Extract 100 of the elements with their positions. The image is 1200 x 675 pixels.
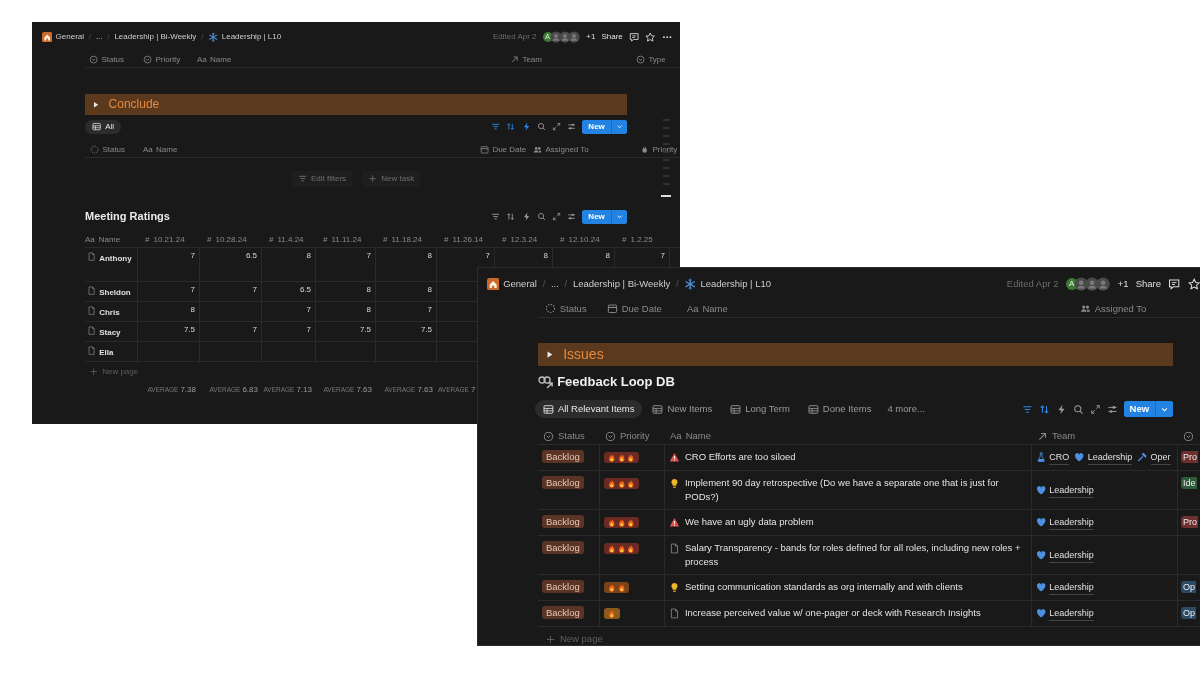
- priority-tag[interactable]: [604, 542, 639, 555]
- sort-icon[interactable]: [1038, 403, 1050, 415]
- avatar-icon[interactable]: [568, 31, 581, 43]
- status-tag[interactable]: Backlog: [542, 541, 584, 554]
- status-tag[interactable]: Backlog: [542, 476, 584, 489]
- priority-tag[interactable]: [604, 607, 620, 620]
- status-tag[interactable]: Backlog: [542, 606, 584, 619]
- expand-icon[interactable]: [552, 122, 562, 132]
- priority-tag[interactable]: [604, 516, 639, 529]
- view-tab[interactable]: New Items: [644, 400, 721, 418]
- comment-icon[interactable]: [1168, 277, 1181, 291]
- row-title[interactable]: Setting communication standards as org internally and with clients: [684, 580, 963, 594]
- team-link[interactable]: Leadership: [1049, 606, 1094, 621]
- column-header[interactable]: Priority: [155, 54, 181, 65]
- team-link[interactable]: Leadership: [1087, 450, 1133, 465]
- breadcrumb-link[interactable]: ...: [95, 32, 103, 42]
- column-header[interactable]: Assigned To: [1094, 302, 1147, 315]
- column-header[interactable]: Assigned To: [545, 144, 589, 155]
- column-header[interactable]: 10.21.24: [153, 234, 185, 245]
- column-header[interactable]: Name: [98, 234, 121, 245]
- status-tag[interactable]: Backlog: [542, 515, 584, 528]
- status-tag[interactable]: Backlog: [542, 580, 584, 593]
- comment-icon[interactable]: [628, 31, 640, 43]
- more-views-link[interactable]: 4 more...: [881, 403, 925, 415]
- priority-tag[interactable]: [604, 581, 629, 594]
- database-title[interactable]: Feedback Loop DB: [557, 374, 675, 390]
- sliders-icon[interactable]: [567, 122, 577, 132]
- sort-icon[interactable]: [506, 212, 516, 222]
- edit-filters-button[interactable]: Edit filters: [291, 171, 353, 187]
- column-header[interactable]: 11.4.24: [277, 234, 304, 245]
- filter-icon[interactable]: [1022, 403, 1033, 415]
- team-link[interactable]: CRO: [1049, 450, 1070, 465]
- column-header[interactable]: 10.28.24: [215, 234, 247, 245]
- avatar-icon[interactable]: [559, 31, 572, 43]
- sort-icon[interactable]: [506, 122, 516, 132]
- column-header[interactable]: Status: [559, 302, 587, 315]
- filter-icon[interactable]: [491, 212, 501, 222]
- team-link[interactable]: Leadership: [1049, 580, 1094, 595]
- team-link[interactable]: Leadership: [1049, 547, 1094, 563]
- column-header[interactable]: Priority: [652, 144, 678, 155]
- row-name[interactable]: Ella: [99, 346, 114, 359]
- column-header[interactable]: 12.10.24: [568, 234, 600, 245]
- more-people-count[interactable]: +1: [586, 32, 596, 42]
- column-header[interactable]: Name: [685, 430, 711, 442]
- column-header[interactable]: Priority: [619, 430, 650, 442]
- row-name[interactable]: Chris: [99, 306, 120, 319]
- column-header[interactable]: Status: [101, 54, 125, 65]
- column-header[interactable]: Type: [648, 54, 666, 65]
- toggle-heading[interactable]: Issues: [563, 346, 604, 363]
- breadcrumb-link[interactable]: Leadership | L10: [700, 278, 771, 290]
- lightning-icon[interactable]: [521, 122, 531, 132]
- more-people-count[interactable]: +1: [1117, 278, 1129, 290]
- view-tab[interactable]: All Relevant Items: [535, 400, 643, 418]
- row-title[interactable]: Salary Transparency - bands for roles defined for all roles, including new roles + process: [684, 541, 1027, 569]
- column-header[interactable]: Due Date: [621, 302, 662, 315]
- share-button[interactable]: Share: [1135, 278, 1162, 290]
- view-tab[interactable]: All: [85, 120, 122, 134]
- breadcrumb-link[interactable]: Leadership | Bi-Weekly: [114, 32, 197, 42]
- triangle-icon[interactable]: [91, 99, 101, 110]
- column-header[interactable]: Name: [156, 144, 178, 155]
- column-header[interactable]: 11.26.14: [452, 234, 483, 245]
- new-task-button[interactable]: New task: [362, 171, 421, 187]
- view-tab[interactable]: Done Items: [799, 400, 880, 418]
- status-tag[interactable]: Backlog: [542, 450, 584, 463]
- column-header[interactable]: Status: [102, 144, 126, 155]
- row-name[interactable]: Sheldon: [99, 286, 131, 299]
- column-header[interactable]: 12.3.24: [510, 234, 538, 245]
- column-header[interactable]: Team: [522, 54, 542, 65]
- sliders-icon[interactable]: [1106, 403, 1118, 415]
- search-icon[interactable]: [536, 122, 546, 132]
- avatar-icon[interactable]: [549, 31, 562, 43]
- column-header[interactable]: Name: [702, 302, 728, 315]
- expand-icon[interactable]: [552, 212, 562, 222]
- sliders-icon[interactable]: [567, 212, 577, 222]
- breadcrumb-link[interactable]: Leadership | Bi-Weekly: [572, 278, 671, 290]
- toggle-heading[interactable]: Conclude: [108, 97, 160, 112]
- expand-icon[interactable]: [1089, 403, 1101, 415]
- column-header[interactable]: 11.18.24: [391, 234, 422, 245]
- breadcrumb-link[interactable]: General: [55, 32, 85, 42]
- filter-icon[interactable]: [491, 122, 501, 132]
- row-name[interactable]: Anthony: [99, 252, 132, 265]
- row-title[interactable]: Increase perceived value w/ one-pager or deck with Research Insights: [684, 606, 981, 620]
- row-title[interactable]: CRO Efforts are too siloed: [684, 450, 796, 464]
- column-header[interactable]: Team: [1051, 430, 1076, 442]
- column-header[interactable]: 1.2.25: [630, 234, 653, 245]
- lightning-icon[interactable]: [521, 212, 531, 222]
- column-header[interactable]: 11.11.24: [331, 234, 362, 245]
- breadcrumb-link[interactable]: General: [503, 278, 537, 290]
- star-icon[interactable]: [1187, 277, 1200, 291]
- column-header[interactable]: Due Date: [492, 144, 527, 155]
- column-header[interactable]: Name: [210, 54, 232, 65]
- team-link[interactable]: Leadership: [1049, 515, 1094, 530]
- row-name[interactable]: Stacy: [99, 326, 121, 339]
- team-link[interactable]: Oper: [1150, 450, 1171, 465]
- priority-tag[interactable]: [604, 451, 639, 464]
- breadcrumb-link[interactable]: Leadership | L10: [221, 32, 282, 42]
- row-title[interactable]: We have an ugly data problem: [684, 515, 814, 529]
- view-tab[interactable]: Long Term: [722, 400, 798, 418]
- breadcrumb-link[interactable]: ...: [550, 278, 559, 290]
- dropdown-button[interactable]: [1155, 401, 1173, 417]
